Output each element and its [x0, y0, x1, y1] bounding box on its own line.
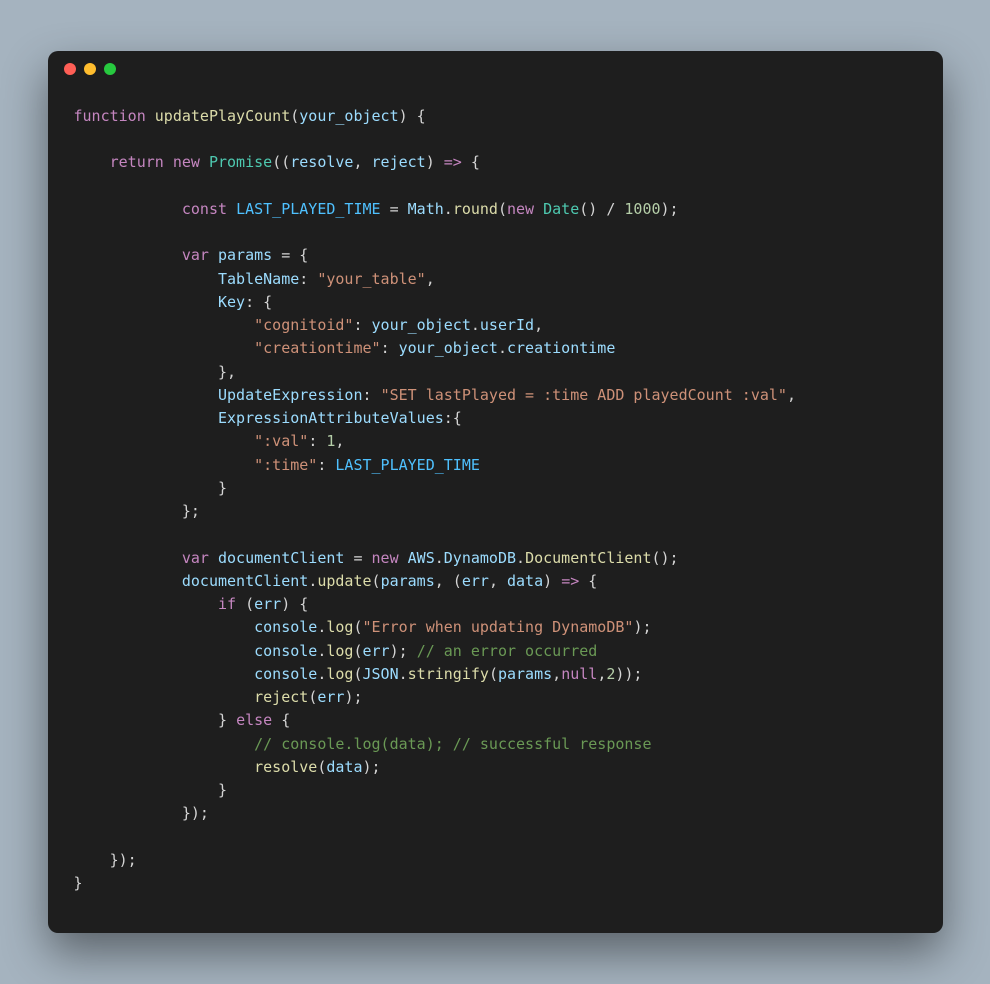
- key-key: Key: [218, 293, 245, 311]
- minimize-icon[interactable]: [84, 63, 96, 75]
- kw-const: const: [182, 200, 227, 218]
- const-last-played-time: LAST_PLAYED_TIME: [236, 200, 381, 218]
- param-data: data: [507, 572, 543, 590]
- kw-if: if: [218, 595, 236, 613]
- id-params: params: [218, 246, 272, 264]
- fn-stringify: stringify: [408, 665, 489, 683]
- id-json: JSON: [363, 665, 399, 683]
- comment-error-occurred: // an error occurred: [417, 642, 598, 660]
- id-aws: AWS: [408, 549, 435, 567]
- fn-log3: log: [326, 665, 353, 683]
- comment-successful-response: // console.log(data); // successful resp…: [254, 735, 651, 753]
- key-tablename: TableName: [218, 270, 299, 288]
- id-documentclient2: documentClient: [182, 572, 308, 590]
- fn-update: update: [317, 572, 371, 590]
- id-console3: console: [254, 665, 317, 683]
- class-date: Date: [543, 200, 579, 218]
- close-icon[interactable]: [64, 63, 76, 75]
- kw-return: return: [110, 153, 164, 171]
- id-console2: console: [254, 642, 317, 660]
- kw-new3: new: [372, 549, 399, 567]
- fn-documentclient: DocumentClient: [525, 549, 651, 567]
- param-reject: reject: [372, 153, 426, 171]
- const-last-played-time-ref: LAST_PLAYED_TIME: [335, 456, 480, 474]
- kw-function: function: [74, 107, 146, 125]
- id-creationtime: creationtime: [507, 339, 615, 357]
- kw-null: null: [561, 665, 597, 683]
- code-window: function updatePlayCount(your_object) { …: [48, 51, 943, 934]
- id-err: err: [254, 595, 281, 613]
- param-err: err: [462, 572, 489, 590]
- kw-new2: new: [507, 200, 534, 218]
- id-your-object2: your_object: [399, 339, 498, 357]
- id-dynamodb: DynamoDB: [444, 549, 516, 567]
- fn-log: log: [326, 618, 353, 636]
- id-err3: err: [363, 642, 390, 660]
- str-your-table: "your_table": [317, 270, 425, 288]
- str-val: ":val": [254, 432, 308, 450]
- id-err4: err: [317, 688, 344, 706]
- id-userid: userId: [480, 316, 534, 334]
- str-creationtime: "creationtime": [254, 339, 380, 357]
- kw-else: else: [236, 711, 272, 729]
- zoom-icon[interactable]: [104, 63, 116, 75]
- num-1000: 1000: [624, 200, 660, 218]
- kw-var2: var: [182, 549, 209, 567]
- str-cognitoid: "cognitoid": [254, 316, 353, 334]
- id-params2: params: [381, 572, 435, 590]
- fn-updateplaycount: updatePlayCount: [155, 107, 290, 125]
- id-documentclient: documentClient: [218, 549, 344, 567]
- str-time: ":time": [254, 456, 317, 474]
- id-params3: params: [498, 665, 552, 683]
- param-resolve: resolve: [290, 153, 353, 171]
- kw-new: new: [173, 153, 200, 171]
- id-math: Math: [408, 200, 444, 218]
- fn-resolve: resolve: [254, 758, 317, 776]
- class-promise: Promise: [209, 153, 272, 171]
- id-your-object: your_object: [372, 316, 471, 334]
- code-block: function updatePlayCount(your_object) { …: [48, 87, 943, 906]
- fn-reject: reject: [254, 688, 308, 706]
- key-expressionattributevalues: ExpressionAttributeValues: [218, 409, 444, 427]
- param-your-object: your_object: [299, 107, 398, 125]
- window-titlebar: [48, 51, 943, 87]
- id-data2: data: [326, 758, 362, 776]
- key-updateexpression: UpdateExpression: [218, 386, 363, 404]
- str-updateexpression: "SET lastPlayed = :time ADD playedCount …: [381, 386, 787, 404]
- str-error-msg: "Error when updating DynamoDB": [363, 618, 634, 636]
- id-console: console: [254, 618, 317, 636]
- fn-round: round: [453, 200, 498, 218]
- fn-log2: log: [326, 642, 353, 660]
- kw-var: var: [182, 246, 209, 264]
